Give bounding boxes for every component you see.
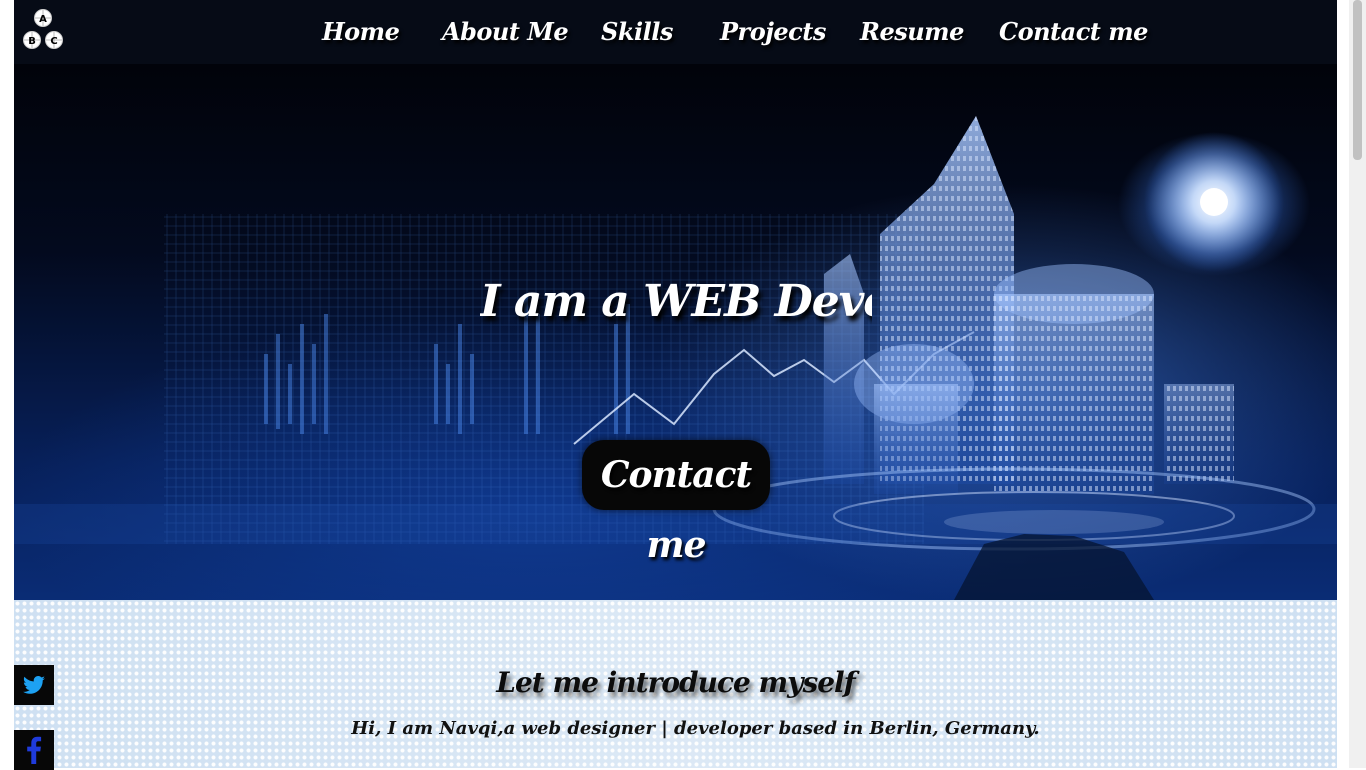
hero-title: I am a WEB Developer <box>480 276 872 327</box>
intro-text: Hi, I am Navqi,a web designer | develope… <box>351 718 1040 739</box>
page: A B C Home About Me Skills Projects Resu… <box>14 0 1337 768</box>
top-navbar: A B C Home About Me Skills Projects Resu… <box>14 0 1337 64</box>
twitter-icon <box>23 676 45 694</box>
scrollbar-thumb[interactable] <box>1353 0 1362 160</box>
facebook-icon <box>27 736 42 764</box>
twitter-link[interactable] <box>14 665 54 705</box>
nav-menu: Home About Me Skills Projects Resume Con… <box>14 0 1337 64</box>
nav-item-contact-me[interactable]: Contact me <box>999 15 1148 49</box>
hero-section: I am a WEB Developer Contact me <box>14 64 1337 600</box>
intro-heading: Let me introduce myself <box>496 666 855 699</box>
nav-item-home[interactable]: Home <box>322 15 400 49</box>
facebook-link[interactable] <box>14 730 54 770</box>
nav-item-resume[interactable]: Resume <box>860 15 964 49</box>
contact-me-button[interactable]: Contact me <box>582 440 770 566</box>
page-scrollbar[interactable] <box>1349 0 1366 768</box>
nav-item-skills[interactable]: Skills <box>601 15 673 49</box>
nav-item-projects[interactable]: Projects <box>720 15 826 49</box>
intro-section: Let me introduce myself Hi, I am Navqi,a… <box>14 600 1337 768</box>
nav-item-about-me[interactable]: About Me <box>442 15 569 49</box>
